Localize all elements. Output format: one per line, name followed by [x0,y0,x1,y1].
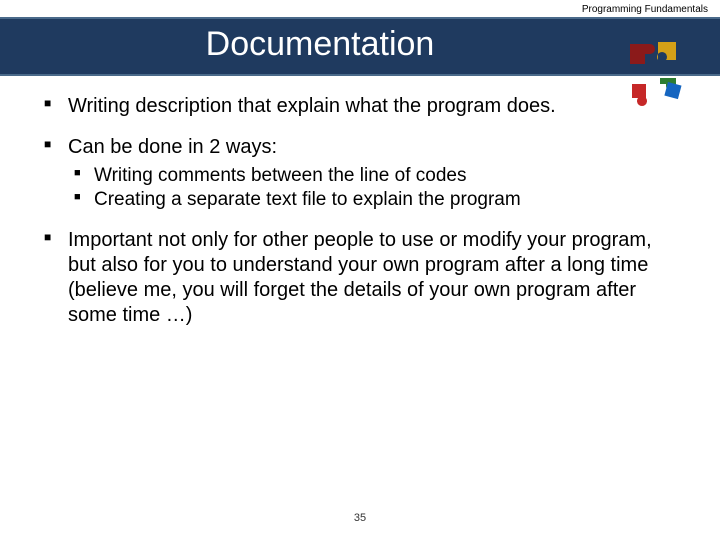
bullet-item: Can be done in 2 ways: Writing comments … [40,135,680,212]
bullet-item: Writing description that explain what th… [40,94,680,119]
title-bar: Documentation [0,17,720,76]
bullet-text: Writing description that explain what th… [68,95,556,117]
bullet-text: Can be done in 2 ways: [68,136,277,158]
sub-bullet-item: Creating a separate text file to explain… [68,188,680,212]
sub-bullet-item: Writing comments between the line of cod… [68,164,680,188]
slide-title: Documentation [0,25,720,64]
slide-content: Writing description that explain what th… [0,76,720,328]
course-label: Programming Fundamentals [0,0,720,17]
bullet-item: Important not only for other people to u… [40,228,680,328]
bullet-text: Important not only for other people to u… [68,229,652,326]
page-number: 35 [0,512,720,524]
